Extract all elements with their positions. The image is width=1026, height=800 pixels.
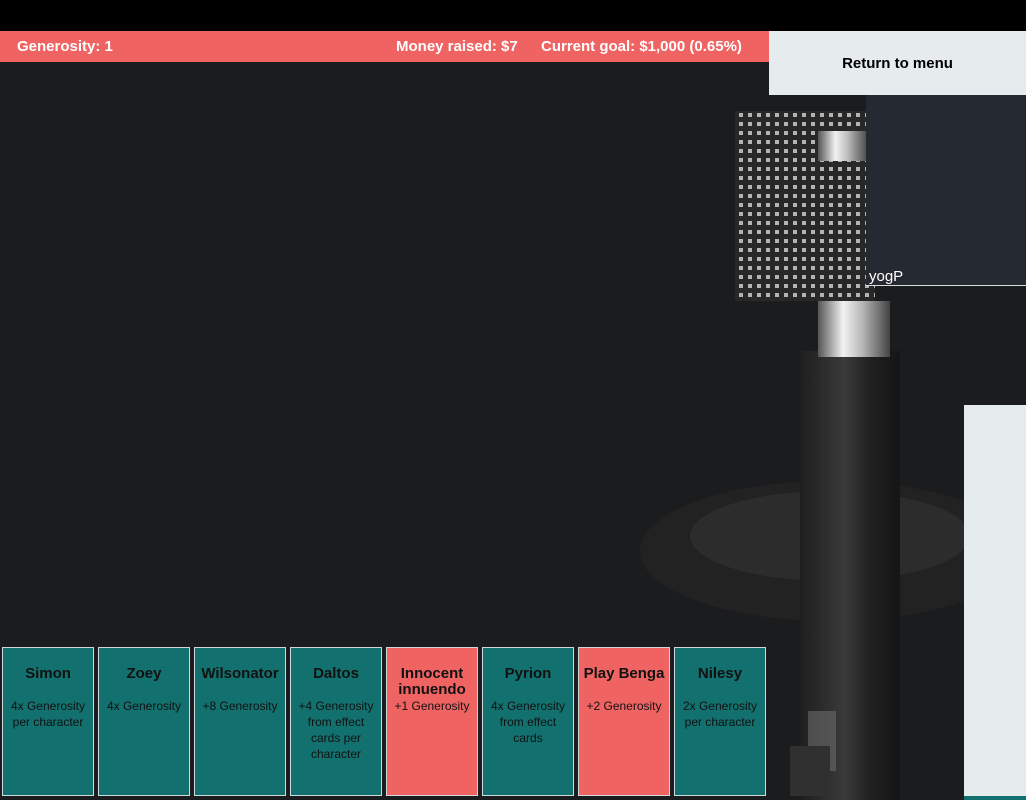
- current-goal: Current goal: $1,000 (0.65%): [541, 38, 742, 55]
- card-description: +2 Generosity: [586, 699, 662, 713]
- side-panel-edge: [964, 796, 1026, 800]
- card-title: Zoey: [126, 665, 162, 682]
- card-description: 4x Generosity per character: [10, 699, 86, 729]
- card-description: 2x Generosity per character: [682, 699, 758, 729]
- card-title: Simon: [25, 665, 71, 682]
- card-pyrion[interactable]: Pyrion 4x Generosity from effect cards: [482, 647, 574, 796]
- card-zoey[interactable]: Zoey 4x Generosity: [98, 647, 190, 796]
- side-panel: [964, 405, 1026, 796]
- card-description: +4 Generosity from effect cards per char…: [298, 699, 374, 761]
- status-bar: Generosity: 1 Money raised: $7 Current g…: [0, 31, 769, 62]
- money-raised: Money raised: $7: [396, 38, 518, 55]
- player-divider: [866, 285, 1026, 286]
- generosity-counter: Generosity: 1: [17, 38, 113, 55]
- card-nilesy[interactable]: Nilesy 2x Generosity per character: [674, 647, 766, 796]
- card-title: Daltos: [313, 665, 359, 682]
- card-title: Innocent innuendo: [398, 665, 466, 698]
- card-daltos[interactable]: Daltos +4 Generosity from effect cards p…: [290, 647, 382, 796]
- card-description: +8 Generosity: [202, 699, 278, 713]
- card-simon[interactable]: Simon 4x Generosity per character: [2, 647, 94, 796]
- return-to-menu-button[interactable]: Return to menu: [769, 31, 1026, 95]
- card-description: +1 Generosity: [394, 699, 470, 713]
- card-description: 4x Generosity: [106, 699, 182, 713]
- card-title: Pyrion: [504, 665, 552, 682]
- card-wilsonator[interactable]: Wilsonator +8 Generosity: [194, 647, 286, 796]
- card-title: Nilesy: [697, 665, 743, 682]
- player-panel: [866, 95, 1026, 286]
- card-title: Wilsonator: [201, 665, 279, 682]
- card-title: Play Benga: [583, 665, 665, 682]
- card-play-benga[interactable]: Play Benga +2 Generosity: [578, 647, 670, 796]
- card-innocent-innuendo[interactable]: Innocent innuendo +1 Generosity: [386, 647, 478, 796]
- player-name: yogP: [869, 268, 904, 285]
- card-description: 4x Generosity from effect cards: [490, 699, 566, 745]
